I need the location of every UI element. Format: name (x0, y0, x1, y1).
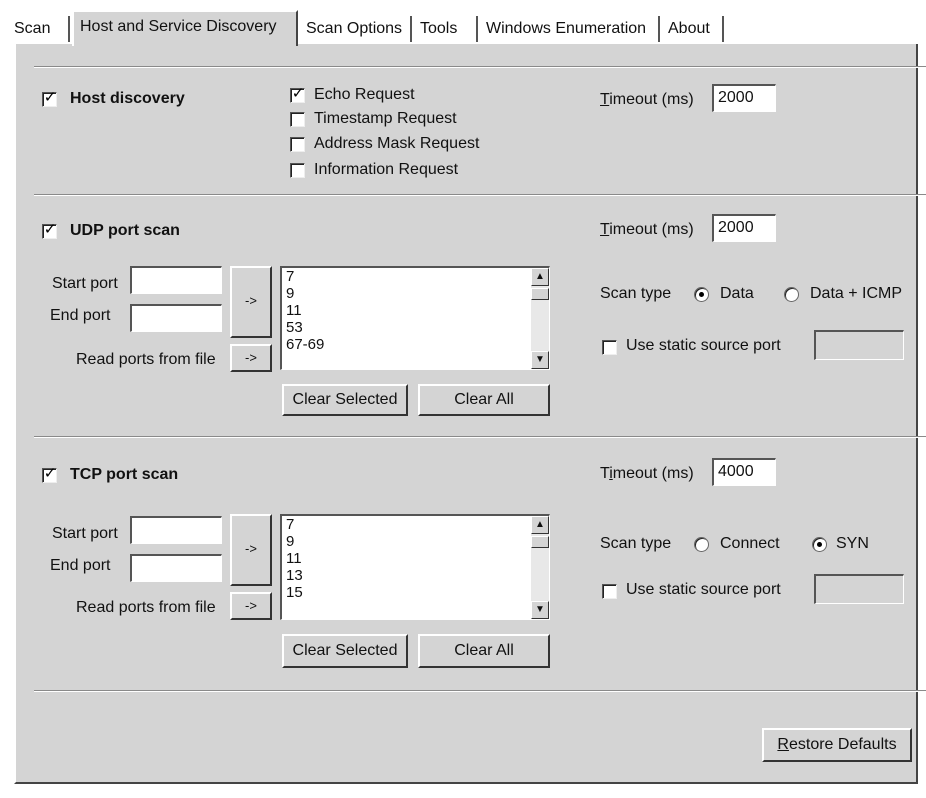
tcp-scan-type-connect-radio[interactable] (694, 537, 709, 552)
udp-clear-selected-button[interactable]: Clear Selected (282, 384, 408, 416)
scroll-thumb[interactable] (531, 288, 549, 300)
list-item[interactable]: 9 (286, 285, 324, 302)
divider (34, 66, 926, 68)
udp-timeout-input[interactable]: 2000 (712, 214, 776, 242)
divider (34, 690, 926, 692)
echo-request-checkbox[interactable]: ✓ (290, 85, 305, 103)
udp-static-source-port-label: Use static source port (626, 337, 781, 354)
list-item[interactable]: 67-69 (286, 336, 324, 353)
udp-static-source-port-checkbox[interactable] (602, 340, 617, 355)
tcp-scan-type-syn-label: SYN (836, 535, 869, 552)
host-timeout-label: Timeout (ms) (600, 91, 694, 108)
tcp-scan-type-connect-label: Connect (720, 535, 780, 552)
tab-about[interactable]: About (662, 16, 724, 42)
tcp-port-scan-checkbox[interactable]: ✓ (42, 465, 57, 483)
information-request-label: Information Request (314, 161, 459, 178)
udp-end-port-input[interactable] (130, 304, 222, 332)
checkbox-tick-icon: ✓ (43, 89, 57, 106)
tcp-clear-all-button[interactable]: Clear All (418, 634, 550, 668)
udp-start-port-label: Start port (52, 275, 118, 292)
list-item[interactable]: 53 (286, 319, 324, 336)
tcp-start-port-input[interactable] (130, 516, 222, 544)
tcp-add-port-button[interactable]: -> (230, 514, 272, 586)
timestamp-request-label: Timestamp Request (314, 110, 457, 127)
restore-defaults-button[interactable]: Restore Defaults (762, 728, 912, 762)
list-item[interactable]: 13 (286, 567, 303, 584)
scrollbar[interactable]: ▲ ▼ (531, 516, 549, 619)
tcp-end-port-label: End port (50, 557, 111, 574)
tcp-read-ports-file-button[interactable]: -> (230, 592, 272, 620)
tab-scan[interactable]: Scan (8, 16, 70, 42)
checkbox-tick-icon: ✓ (291, 85, 305, 102)
tcp-ports-listbox[interactable]: 7 9 11 13 15 ▲ ▼ (280, 514, 550, 620)
tcp-static-source-port-label: Use static source port (626, 581, 781, 598)
udp-ports-listbox[interactable]: 7 9 11 53 67-69 ▲ ▼ (280, 266, 550, 370)
tcp-read-ports-label: Read ports from file (76, 599, 216, 616)
host-discovery-checkbox[interactable]: ✓ (42, 89, 57, 107)
host-discovery-label: Host discovery (70, 90, 185, 107)
radio-dot-icon (817, 542, 822, 547)
udp-static-source-port-input[interactable] (814, 330, 904, 360)
tab-scan-options[interactable]: Scan Options (300, 16, 412, 42)
udp-clear-all-button[interactable]: Clear All (418, 384, 550, 416)
radio-dot-icon (699, 292, 704, 297)
udp-end-port-label: End port (50, 307, 111, 324)
host-timeout-input[interactable]: 2000 (712, 84, 776, 112)
udp-add-port-button[interactable]: -> (230, 266, 272, 338)
tcp-scan-type-syn-radio[interactable] (812, 537, 827, 552)
udp-port-scan-label: UDP port scan (70, 222, 180, 239)
scroll-down-arrow-icon[interactable]: ▼ (531, 601, 549, 619)
tcp-port-scan-label: TCP port scan (70, 466, 179, 483)
udp-scan-type-data-icmp-label: Data + ICMP (810, 285, 903, 302)
tab-strip: Scan Host and Service Discovery Scan Opt… (0, 0, 926, 46)
address-mask-request-checkbox[interactable] (290, 137, 305, 152)
udp-scan-type-data-icmp-radio[interactable] (784, 287, 799, 302)
udp-read-ports-label: Read ports from file (76, 351, 216, 368)
scroll-thumb[interactable] (531, 536, 549, 548)
tcp-timeout-input[interactable]: 4000 (712, 458, 776, 486)
udp-scan-type-label: Scan type (600, 285, 672, 302)
udp-start-port-input[interactable] (130, 266, 222, 294)
tab-panel: ✓ Host discovery ✓ Echo Request Timestam… (14, 44, 926, 784)
tcp-end-port-input[interactable] (130, 554, 222, 582)
list-item[interactable]: 9 (286, 533, 303, 550)
udp-scan-type-data-radio[interactable] (694, 287, 709, 302)
tcp-start-port-label: Start port (52, 525, 118, 542)
list-item[interactable]: 11 (286, 550, 303, 567)
tcp-timeout-label: Timeout (ms) (600, 465, 694, 482)
scroll-up-arrow-icon[interactable]: ▲ (531, 268, 549, 286)
tcp-static-source-port-input[interactable] (814, 574, 904, 604)
scrollbar[interactable]: ▲ ▼ (531, 268, 549, 369)
udp-port-scan-checkbox[interactable]: ✓ (42, 221, 57, 239)
scroll-up-arrow-icon[interactable]: ▲ (531, 516, 549, 534)
list-item[interactable]: 7 (286, 268, 324, 285)
tcp-clear-selected-button[interactable]: Clear Selected (282, 634, 408, 668)
divider (34, 194, 926, 196)
checkbox-tick-icon: ✓ (43, 465, 57, 482)
checkbox-tick-icon: ✓ (43, 221, 57, 238)
tcp-scan-type-label: Scan type (600, 535, 672, 552)
udp-read-ports-file-button[interactable]: -> (230, 344, 272, 372)
address-mask-request-label: Address Mask Request (314, 135, 480, 152)
divider (34, 436, 926, 438)
tab-tools[interactable]: Tools (414, 16, 478, 42)
tcp-static-source-port-checkbox[interactable] (602, 584, 617, 599)
tab-host-and-service-discovery[interactable]: Host and Service Discovery (72, 10, 298, 46)
scroll-down-arrow-icon[interactable]: ▼ (531, 351, 549, 369)
tab-windows-enumeration[interactable]: Windows Enumeration (480, 16, 660, 42)
list-item[interactable]: 7 (286, 516, 303, 533)
information-request-checkbox[interactable] (290, 163, 305, 178)
list-item[interactable]: 11 (286, 302, 324, 319)
list-item[interactable]: 15 (286, 584, 303, 601)
udp-scan-type-data-label: Data (720, 285, 754, 302)
timestamp-request-checkbox[interactable] (290, 112, 305, 127)
echo-request-label: Echo Request (314, 86, 415, 103)
udp-timeout-label: Timeout (ms) (600, 221, 694, 238)
